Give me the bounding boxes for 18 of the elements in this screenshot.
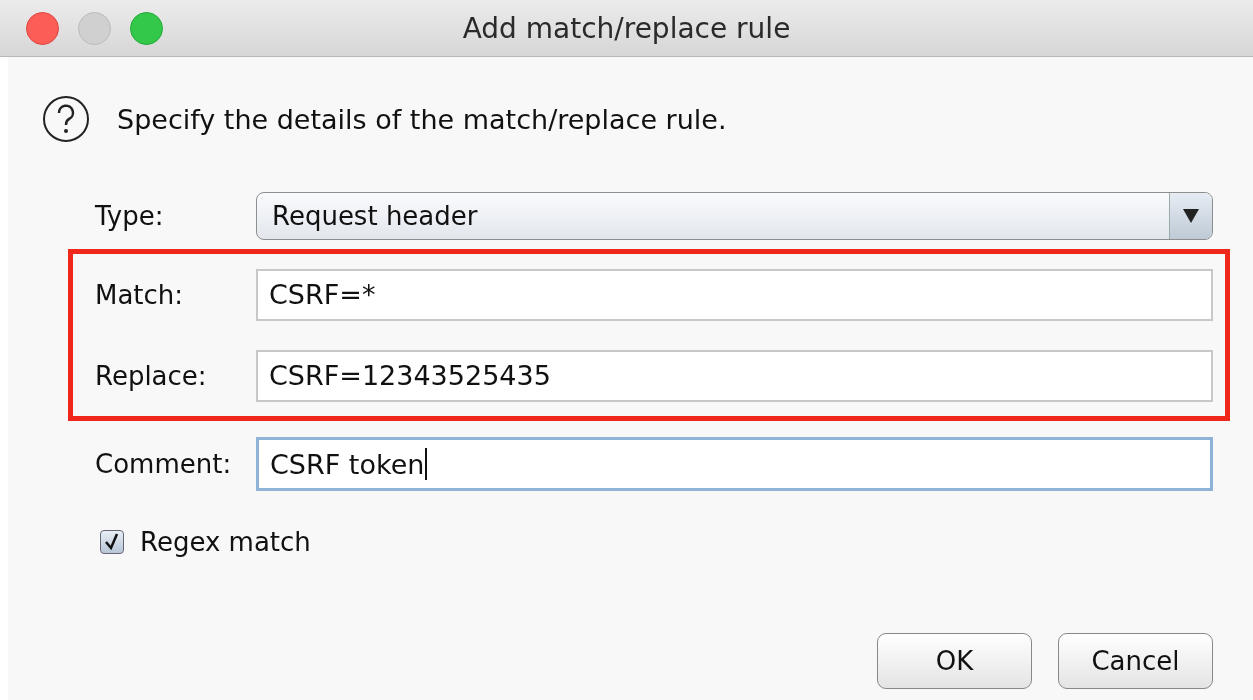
field-label: Type: [95,201,165,231]
checkbox-label: Regex match [140,527,311,557]
instruction-text: Specify the details of the match/replace rule. [117,103,727,135]
input-field[interactable]: CSRF=12343525435 [256,349,1213,402]
checkbox[interactable] [100,530,124,554]
type-dropdown[interactable]: Request header [256,192,1213,240]
caret-icon [1183,209,1199,223]
input-field[interactable]: CSRF=* [256,268,1213,321]
field-label: Match: [95,279,185,310]
question-icon [42,95,90,143]
ok-button[interactable]: OK [877,633,1032,689]
close-button[interactable] [26,11,59,45]
zoom-button[interactable] [130,11,163,45]
field-label: Comment: [95,449,233,479]
window-title: Add match/replace rule [462,12,791,45]
field-label: Replace: [95,360,208,391]
cancel-button[interactable]: Cancel [1058,633,1213,689]
input-field[interactable]: CSRF token [256,437,1213,491]
